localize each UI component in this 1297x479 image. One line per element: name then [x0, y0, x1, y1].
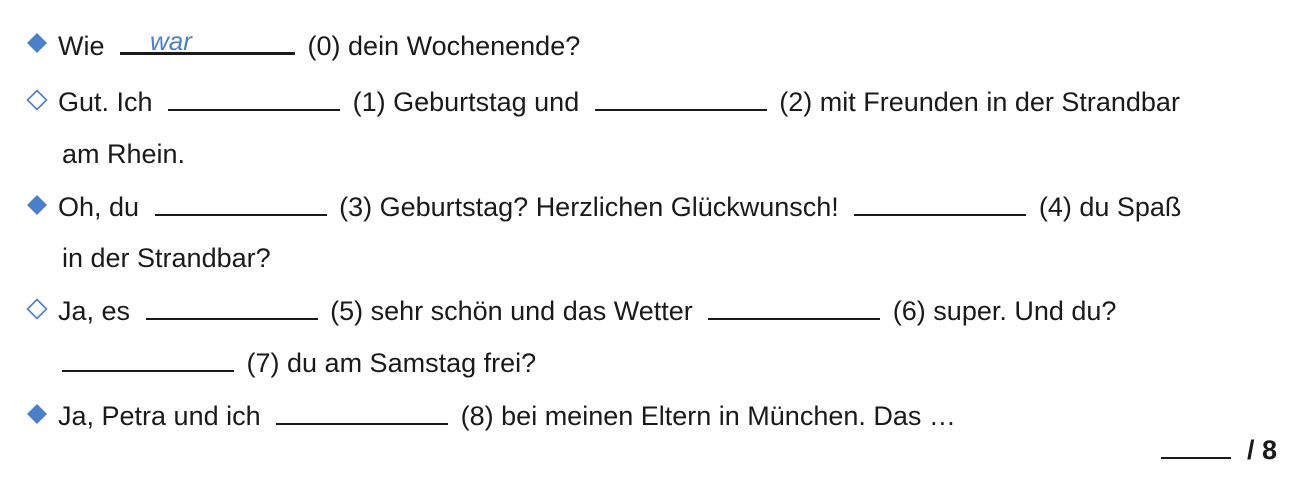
answer-blank-8[interactable]	[276, 396, 449, 425]
line-text: am Rhein.	[62, 139, 186, 169]
line-text: (4) du Spaß	[1038, 192, 1182, 222]
line-text: Oh, du	[58, 192, 140, 222]
diamond-filled-icon	[22, 396, 52, 432]
line-text: (5) sehr schön und das Wetter	[330, 296, 693, 326]
exercise-sheet: Wie war (0) dein Wochenende? Gut. Ich (1…	[0, 0, 1297, 479]
diamond-filled-icon	[22, 187, 52, 223]
score-blank[interactable]	[1161, 430, 1232, 459]
score-field: / 8	[1161, 430, 1277, 466]
line-text: in der Strandbar?	[62, 243, 271, 273]
answer-blank-0[interactable]: war	[120, 25, 296, 56]
line-text: (6) super. Und du?	[892, 296, 1117, 326]
dialogue-line-8: Ja, Petra und ich (8) bei meinen Eltern …	[0, 396, 1297, 432]
diamond-outline-icon	[22, 82, 52, 118]
dialogue-line-6: Ja, es (5) sehr schön und das Wetter (6)…	[0, 291, 1297, 327]
dialogue-line-2: Gut. Ich (1) Geburtstag und (2) mit Freu…	[0, 82, 1297, 118]
answer-blank-3[interactable]	[154, 187, 327, 216]
dialogue-line-7: (7) du am Samstag frei?	[0, 343, 1297, 379]
score-total: / 8	[1246, 435, 1277, 465]
diamond-outline-icon	[22, 291, 52, 327]
line-text: (0) dein Wochenende?	[307, 31, 581, 61]
answer-blank-4[interactable]	[854, 187, 1027, 216]
line-text: (3) Geburtstag? Herzlichen Glückwunsch!	[339, 192, 839, 222]
line-text: Ja, es	[58, 296, 131, 326]
dialogue-line-1: Wie war (0) dein Wochenende?	[0, 25, 1297, 61]
line-text: (8) bei meinen Eltern in München. Das …	[460, 401, 956, 431]
line-text: (2) mit Freunden in der Strandbar	[779, 87, 1180, 117]
example-answer: war	[150, 26, 192, 56]
dialogue-line-4: Oh, du (3) Geburtstag? Herzlichen Glückw…	[0, 187, 1297, 223]
line-text: Wie	[58, 31, 105, 61]
answer-blank-6[interactable]	[708, 291, 881, 320]
answer-blank-1[interactable]	[168, 82, 341, 111]
dialogue-line-5: in der Strandbar?	[0, 240, 1297, 276]
line-text: Ja, Petra und ich	[58, 401, 261, 431]
dialogue-line-3: am Rhein.	[0, 136, 1297, 172]
answer-blank-5[interactable]	[145, 291, 318, 320]
line-text: Gut. Ich	[58, 87, 153, 117]
line-text: (1) Geburtstag und	[352, 87, 580, 117]
line-text: (7) du am Samstag frei?	[246, 348, 537, 378]
answer-blank-2[interactable]	[594, 82, 767, 111]
diamond-filled-icon	[22, 25, 52, 61]
answer-blank-7[interactable]	[62, 343, 234, 372]
